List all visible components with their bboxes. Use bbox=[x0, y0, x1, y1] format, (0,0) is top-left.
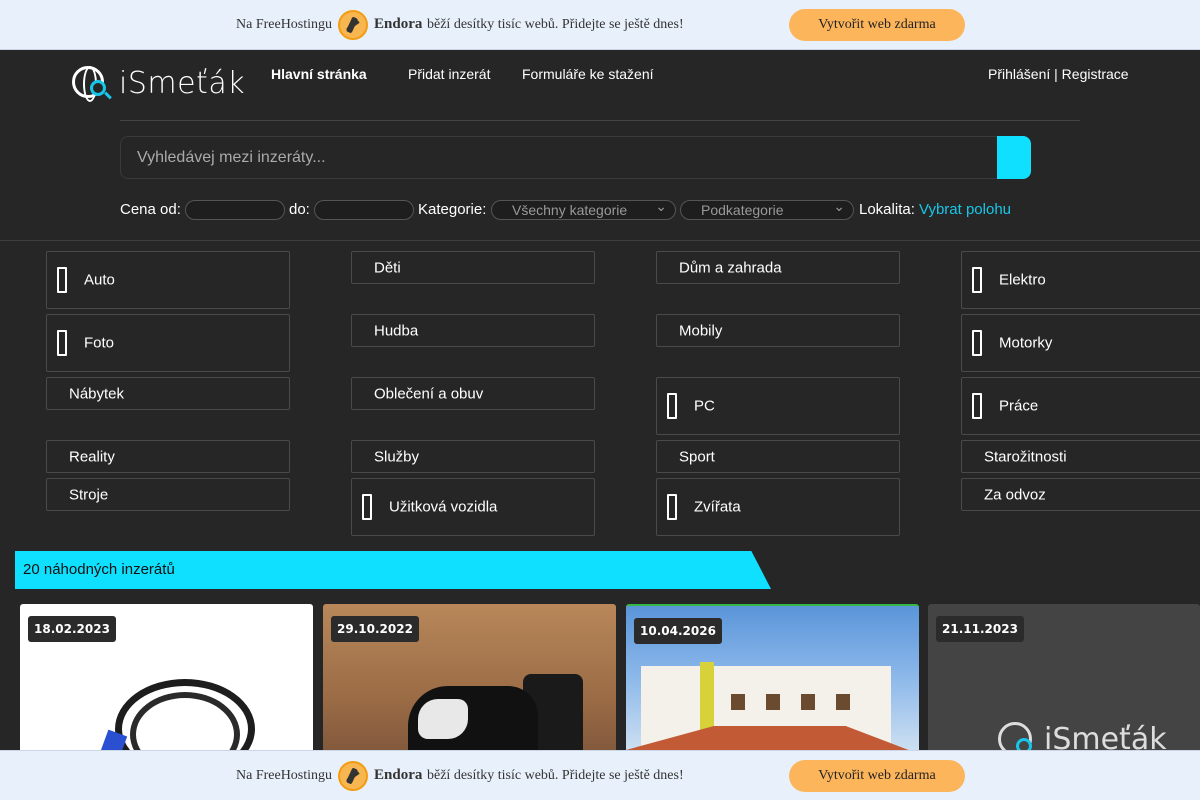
listing-date: 10.04.2026 bbox=[634, 618, 722, 644]
random-listings-title: 20 náhodných inzerátů bbox=[23, 561, 175, 578]
listing-image-detail bbox=[418, 699, 468, 739]
listing-image-detail bbox=[766, 694, 780, 710]
category-label: Oblečení a obuv bbox=[374, 385, 484, 402]
listing-image-detail bbox=[836, 694, 850, 710]
category-reality[interactable]: Reality bbox=[46, 440, 290, 473]
category-label: Motorky bbox=[999, 334, 1053, 352]
section-divider bbox=[0, 240, 1200, 241]
listing-card[interactable]: 18.02.2023 bbox=[20, 604, 313, 764]
category-label: Zvířata bbox=[694, 498, 741, 516]
category-prace[interactable]: Práce bbox=[961, 377, 1200, 435]
category-label: Práce bbox=[999, 397, 1039, 415]
logo-text: iSmeťák bbox=[119, 66, 246, 101]
subcategory-select[interactable]: Podkategorie bbox=[680, 197, 854, 220]
price-from-input[interactable] bbox=[185, 200, 285, 220]
category-foto[interactable]: Foto bbox=[46, 314, 290, 372]
motorcycle-icon bbox=[972, 330, 982, 356]
nav-forms-download[interactable]: Formuláře ke stažení bbox=[522, 66, 654, 82]
location-label: Lokalita: bbox=[859, 201, 915, 218]
listing-image-detail bbox=[731, 694, 745, 710]
category-label: Nábytek bbox=[69, 385, 125, 402]
promo-suffix: běží desítky tisíc webů. Přidejte se ješ… bbox=[427, 768, 684, 783]
category-stroje[interactable]: Stroje bbox=[46, 478, 290, 511]
category-sport[interactable]: Sport bbox=[656, 440, 900, 473]
truck-icon bbox=[362, 494, 372, 520]
listing-image-detail bbox=[700, 662, 714, 732]
endora-logo-icon bbox=[338, 10, 368, 40]
magnifier-icon bbox=[90, 80, 106, 96]
category-nabytek[interactable]: Nábytek bbox=[46, 377, 290, 410]
category-starozitnosti[interactable]: Starožitnosti bbox=[961, 440, 1200, 473]
category-za-odvoz[interactable]: Za odvoz bbox=[961, 478, 1200, 511]
promo-brand: Endora bbox=[374, 16, 423, 32]
category-label: Starožitnosti bbox=[984, 448, 1067, 465]
category-pc[interactable]: PC bbox=[656, 377, 900, 435]
nav-home[interactable]: Hlavní stránka bbox=[271, 66, 367, 82]
category-label: Auto bbox=[84, 271, 115, 289]
briefcase-icon bbox=[972, 393, 982, 419]
desktop-icon bbox=[667, 393, 677, 419]
category-obleceni-a-obuv[interactable]: Oblečení a obuv bbox=[351, 377, 595, 410]
search-button[interactable] bbox=[997, 136, 1031, 179]
promo-suffix: běží desítky tisíc webů. Přidejte se ješ… bbox=[427, 17, 684, 32]
random-listings-header: 20 náhodných inzerátů bbox=[15, 551, 771, 589]
endora-logo-icon bbox=[338, 761, 368, 791]
listing-date: 21.11.2023 bbox=[936, 616, 1024, 642]
category-label: Dům a zahrada bbox=[679, 259, 782, 276]
category-label: Služby bbox=[374, 448, 420, 465]
car-icon bbox=[57, 267, 67, 293]
category-label: Reality bbox=[69, 448, 115, 465]
nav-add-listing[interactable]: Přidat inzerát bbox=[408, 66, 490, 82]
listing-card[interactable]: 29.10.2022 bbox=[323, 604, 616, 764]
category-label: Mobily bbox=[679, 322, 723, 339]
promo-prefix: Na FreeHostingu bbox=[236, 17, 333, 32]
listing-date: 29.10.2022 bbox=[331, 616, 419, 642]
category-uzitkova-vozidla[interactable]: Užitková vozidla bbox=[351, 478, 595, 536]
paw-icon bbox=[667, 494, 677, 520]
category-label: Foto bbox=[84, 334, 115, 352]
category-sluzby[interactable]: Služby bbox=[351, 440, 595, 473]
create-web-button[interactable]: Vytvořit web zdarma bbox=[789, 9, 965, 41]
promo-prefix: Na FreeHostingu bbox=[236, 768, 333, 783]
plug-icon bbox=[972, 267, 982, 293]
category-label: Sport bbox=[679, 448, 715, 465]
header-divider bbox=[120, 120, 1080, 121]
nav-login-register[interactable]: Přihlášení | Registrace bbox=[988, 66, 1129, 82]
category-label: Kategorie: bbox=[418, 201, 487, 218]
category-auto[interactable]: Auto bbox=[46, 251, 290, 309]
listing-card[interactable]: iSmeťák 21.11.2023 bbox=[928, 604, 1200, 764]
price-to-label: do: bbox=[289, 201, 310, 218]
promo-brand: Endora bbox=[374, 767, 423, 783]
category-mobily[interactable]: Mobily bbox=[656, 314, 900, 347]
promo-banner-bottom: Na FreeHostingu Endora běží desítky tisí… bbox=[0, 750, 1200, 800]
category-deti[interactable]: Děti bbox=[351, 251, 595, 284]
create-web-button[interactable]: Vytvořit web zdarma bbox=[789, 760, 965, 792]
price-from-label: Cena od: bbox=[120, 201, 181, 218]
camera-icon bbox=[57, 330, 67, 356]
promo-banner-top: Na FreeHostingu Endora běží desítky tisí… bbox=[0, 0, 1200, 50]
category-motorky[interactable]: Motorky bbox=[961, 314, 1200, 372]
listing-card[interactable]: 10.04.2026 bbox=[626, 604, 919, 764]
search-input[interactable] bbox=[120, 136, 998, 179]
price-to-input[interactable] bbox=[314, 200, 414, 220]
category-zvirata[interactable]: Zvířata bbox=[656, 478, 900, 536]
category-dum-a-zahrada[interactable]: Dům a zahrada bbox=[656, 251, 900, 284]
listing-image-detail bbox=[801, 694, 815, 710]
choose-location-link[interactable]: Vybrat polohu bbox=[919, 201, 1011, 218]
category-label: Za odvoz bbox=[984, 486, 1046, 503]
category-label: Užitková vozidla bbox=[389, 498, 498, 516]
category-elektro[interactable]: Elektro bbox=[961, 251, 1200, 309]
category-label: PC bbox=[694, 397, 715, 415]
category-label: Elektro bbox=[999, 271, 1046, 289]
category-label: Hudba bbox=[374, 322, 419, 339]
listing-date: 18.02.2023 bbox=[28, 616, 116, 642]
category-hudba[interactable]: Hudba bbox=[351, 314, 595, 347]
category-label: Stroje bbox=[69, 486, 109, 503]
category-label: Děti bbox=[374, 259, 401, 276]
category-select[interactable]: Všechny kategorie bbox=[491, 197, 676, 220]
